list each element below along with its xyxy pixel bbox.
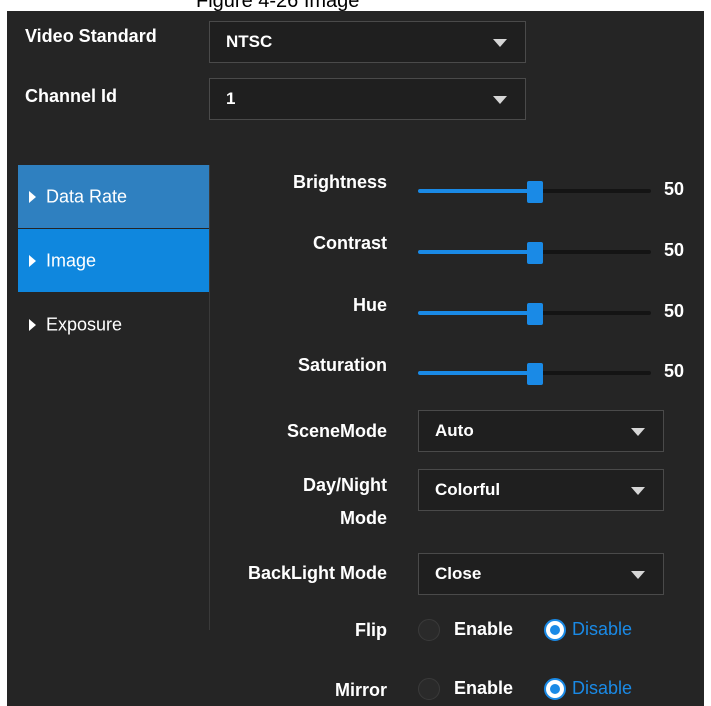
chevron-down-icon — [631, 487, 645, 495]
day-night-mode-label-line1: Day/Night — [302, 475, 387, 495]
brightness-value: 50 — [664, 179, 685, 199]
contrast-label: Contrast — [312, 233, 387, 253]
saturation-value: 50 — [664, 361, 685, 381]
caret-right-icon — [29, 254, 36, 267]
saturation-label: Saturation — [297, 355, 387, 375]
chevron-down-icon — [493, 96, 507, 104]
channel-id-value: 1 — [226, 89, 236, 108]
channel-id-select[interactable]: 1 — [209, 78, 526, 120]
caret-right-icon — [29, 318, 36, 331]
chevron-down-icon — [631, 428, 645, 436]
mirror-disable-label[interactable]: Disable — [572, 678, 632, 699]
hue-label: Hue — [352, 295, 387, 315]
video-standard-label: Video Standard — [25, 26, 157, 46]
chevron-down-icon — [631, 571, 645, 579]
mirror-enable-radio[interactable] — [418, 678, 440, 700]
slider-fill — [418, 189, 535, 193]
backlight-mode-select[interactable]: Close — [418, 553, 664, 595]
brightness-label: Brightness — [292, 172, 387, 192]
contrast-slider[interactable] — [418, 242, 651, 264]
day-night-mode-value: Colorful — [435, 480, 501, 499]
flip-label: Flip — [355, 620, 387, 640]
scene-mode-label: SceneMode — [286, 421, 387, 441]
scene-mode-select[interactable]: Auto — [418, 410, 664, 452]
chevron-down-icon — [493, 39, 507, 47]
nav-item-label: Exposure — [46, 314, 123, 334]
hue-slider[interactable] — [418, 303, 651, 325]
saturation-slider[interactable] — [418, 363, 651, 385]
backlight-mode-value: Close — [435, 564, 482, 583]
slider-fill — [418, 371, 535, 375]
day-night-mode-label-line2: Mode — [340, 508, 387, 528]
contrast-value: 50 — [664, 240, 685, 260]
day-night-mode-select[interactable]: Colorful — [418, 469, 664, 511]
channel-id-label: Channel Id — [25, 86, 118, 106]
video-standard-select[interactable]: NTSC — [209, 21, 526, 63]
hue-value: 50 — [664, 301, 685, 321]
flip-disable-label[interactable]: Disable — [572, 619, 632, 640]
brightness-slider[interactable] — [418, 181, 651, 203]
slider-fill — [418, 311, 535, 315]
backlight-mode-label: BackLight Mode — [247, 563, 387, 583]
scene-mode-value: Auto — [435, 421, 474, 440]
slider-thumb[interactable] — [526, 242, 543, 264]
slider-fill — [418, 250, 535, 254]
video-standard-value: NTSC — [226, 32, 273, 51]
flip-enable-radio[interactable] — [418, 619, 440, 641]
flip-disable-radio[interactable] — [544, 619, 566, 641]
flip-enable-label[interactable]: Enable — [454, 619, 513, 640]
caret-right-icon — [29, 190, 36, 203]
mirror-enable-label[interactable]: Enable — [454, 678, 513, 699]
slider-thumb[interactable] — [526, 181, 543, 203]
image-settings-panel: Video Standard NTSC Channel Id 1 Data Ra… — [7, 11, 704, 706]
mirror-label: Mirror — [334, 680, 387, 700]
slider-thumb[interactable] — [526, 363, 543, 385]
mirror-disable-radio[interactable] — [544, 678, 566, 700]
slider-thumb[interactable] — [526, 303, 543, 325]
nav-item-label: Image — [46, 250, 97, 270]
